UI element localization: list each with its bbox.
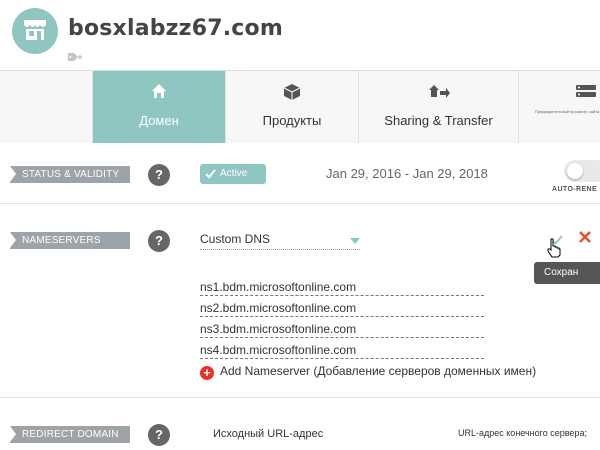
validity-date-range: Jan 29, 2016 - Jan 29, 2018 bbox=[326, 166, 488, 181]
status-validity-label: STATUS & VALIDITY bbox=[10, 166, 130, 183]
target-url-label: URL-адрес конечного сервера; bbox=[458, 428, 587, 438]
tab-spacer bbox=[0, 71, 93, 143]
tag-add-icon[interactable] bbox=[68, 52, 84, 65]
box-icon bbox=[283, 84, 301, 100]
toggle-knob bbox=[567, 163, 583, 179]
tab-domain-label: Домен bbox=[139, 113, 179, 128]
redirect-domain-label: REDIRECT DOMAIN bbox=[10, 426, 130, 443]
domain-avatar bbox=[12, 8, 58, 54]
tab-products[interactable]: Продукты bbox=[226, 71, 359, 143]
tab-sharing-label: Sharing & Transfer bbox=[384, 113, 493, 128]
tab-site-preview[interactable]: Предварительный просмотр сайта bbox=[519, 71, 600, 143]
tab-products-label: Продукты bbox=[262, 113, 322, 128]
dns-type-value: Custom DNS bbox=[200, 232, 271, 246]
tab-sharing-transfer[interactable]: Sharing & Transfer bbox=[359, 71, 519, 143]
tab-domain[interactable]: Домен bbox=[93, 71, 226, 143]
section-divider bbox=[0, 203, 600, 204]
status-help-button[interactable]: ? bbox=[148, 164, 170, 186]
save-tooltip: Сохран bbox=[534, 262, 600, 284]
nameserver-field-4[interactable]: ns4.bdm.microsoftonline.com bbox=[200, 343, 484, 359]
auto-renew-toggle[interactable] bbox=[564, 160, 600, 182]
hand-cursor-icon bbox=[546, 238, 562, 263]
share-transfer-icon bbox=[428, 85, 450, 98]
nameserver-field-1[interactable]: ns1.bdm.microsoftonline.com bbox=[200, 280, 484, 296]
status-badge-label: Active bbox=[220, 168, 248, 179]
add-nameserver-button[interactable]: + Add Nameserver (Добавление серверов дом… bbox=[200, 364, 536, 380]
tab-site-preview-label: Предварительный просмотр сайта bbox=[535, 109, 600, 114]
redirect-help-button[interactable]: ? bbox=[148, 424, 170, 446]
domain-title: bosxlabzz67.com bbox=[68, 16, 283, 41]
nameservers-label: NAMESERVERS bbox=[10, 232, 130, 249]
dns-type-select[interactable]: Custom DNS bbox=[200, 232, 360, 250]
home-icon bbox=[152, 84, 166, 98]
nameservers-help-button[interactable]: ? bbox=[148, 230, 170, 252]
status-badge: Active bbox=[200, 164, 266, 184]
plus-circle-icon: + bbox=[200, 366, 214, 380]
auto-renew-label: AUTO-RENE bbox=[552, 186, 598, 193]
source-url-label: Исходный URL-адрес bbox=[213, 428, 324, 440]
add-nameserver-label: Add Nameserver (Добавление серверов доме… bbox=[220, 364, 537, 378]
header: bosxlabzz67.com bbox=[0, 0, 600, 70]
store-icon bbox=[24, 20, 46, 40]
tab-bar: Домен Продукты Sharing & Transfer Предва… bbox=[0, 70, 600, 143]
nameserver-field-2[interactable]: ns2.bdm.microsoftonline.com bbox=[200, 301, 484, 317]
nameserver-field-3[interactable]: ns3.bdm.microsoftonline.com bbox=[200, 322, 484, 338]
section-divider bbox=[0, 397, 600, 398]
chevron-down-icon bbox=[350, 238, 360, 244]
server-icon bbox=[576, 85, 596, 97]
cancel-button[interactable] bbox=[579, 230, 591, 248]
check-icon bbox=[205, 169, 216, 179]
close-icon bbox=[579, 231, 591, 243]
